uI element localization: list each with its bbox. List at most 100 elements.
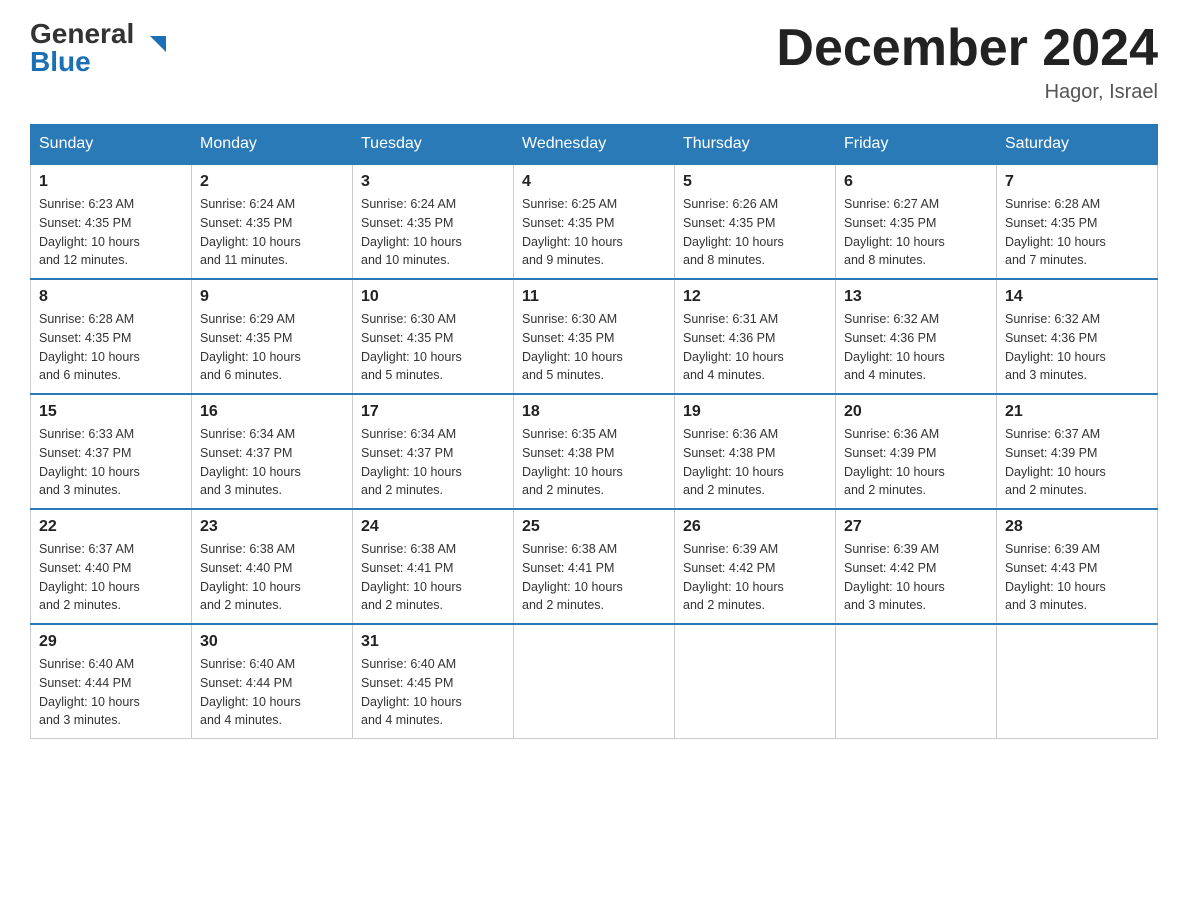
day-number: 11: [522, 288, 666, 306]
weekday-header-row: SundayMondayTuesdayWednesdayThursdayFrid…: [31, 125, 1158, 165]
day-number: 31: [361, 633, 505, 651]
day-number: 5: [683, 173, 827, 191]
day-info: Sunrise: 6:37 AM Sunset: 4:40 PM Dayligh…: [39, 540, 183, 615]
day-info: Sunrise: 6:34 AM Sunset: 4:37 PM Dayligh…: [361, 425, 505, 500]
calendar-table: SundayMondayTuesdayWednesdayThursdayFrid…: [30, 124, 1158, 739]
day-info: Sunrise: 6:33 AM Sunset: 4:37 PM Dayligh…: [39, 425, 183, 500]
day-number: 29: [39, 633, 183, 651]
day-info: Sunrise: 6:36 AM Sunset: 4:38 PM Dayligh…: [683, 425, 827, 500]
day-number: 13: [844, 288, 988, 306]
day-info: Sunrise: 6:25 AM Sunset: 4:35 PM Dayligh…: [522, 195, 666, 270]
day-number: 23: [200, 518, 344, 536]
day-info: Sunrise: 6:28 AM Sunset: 4:35 PM Dayligh…: [39, 310, 183, 385]
day-info: Sunrise: 6:38 AM Sunset: 4:40 PM Dayligh…: [200, 540, 344, 615]
day-cell-13: 13 Sunrise: 6:32 AM Sunset: 4:36 PM Dayl…: [836, 279, 997, 394]
day-cell-4: 4 Sunrise: 6:25 AM Sunset: 4:35 PM Dayli…: [514, 164, 675, 279]
weekday-header-monday: Monday: [192, 125, 353, 165]
page-header: General Blue December 2024 Hagor, Israel: [30, 20, 1158, 104]
day-number: 19: [683, 403, 827, 421]
day-cell-25: 25 Sunrise: 6:38 AM Sunset: 4:41 PM Dayl…: [514, 509, 675, 624]
weekday-header-sunday: Sunday: [31, 125, 192, 165]
day-number: 26: [683, 518, 827, 536]
logo-blue-text: Blue: [30, 48, 91, 76]
day-number: 1: [39, 173, 183, 191]
day-number: 2: [200, 173, 344, 191]
day-number: 12: [683, 288, 827, 306]
weekday-header-saturday: Saturday: [997, 125, 1158, 165]
day-number: 25: [522, 518, 666, 536]
day-info: Sunrise: 6:35 AM Sunset: 4:38 PM Dayligh…: [522, 425, 666, 500]
week-row-4: 22 Sunrise: 6:37 AM Sunset: 4:40 PM Dayl…: [31, 509, 1158, 624]
day-cell-12: 12 Sunrise: 6:31 AM Sunset: 4:36 PM Dayl…: [675, 279, 836, 394]
day-number: 7: [1005, 173, 1149, 191]
day-cell-2: 2 Sunrise: 6:24 AM Sunset: 4:35 PM Dayli…: [192, 164, 353, 279]
day-info: Sunrise: 6:32 AM Sunset: 4:36 PM Dayligh…: [1005, 310, 1149, 385]
day-cell-17: 17 Sunrise: 6:34 AM Sunset: 4:37 PM Dayl…: [353, 394, 514, 509]
empty-cell: [997, 624, 1158, 739]
day-number: 18: [522, 403, 666, 421]
day-info: Sunrise: 6:29 AM Sunset: 4:35 PM Dayligh…: [200, 310, 344, 385]
day-number: 4: [522, 173, 666, 191]
day-cell-5: 5 Sunrise: 6:26 AM Sunset: 4:35 PM Dayli…: [675, 164, 836, 279]
day-cell-29: 29 Sunrise: 6:40 AM Sunset: 4:44 PM Dayl…: [31, 624, 192, 739]
day-info: Sunrise: 6:28 AM Sunset: 4:35 PM Dayligh…: [1005, 195, 1149, 270]
weekday-header-wednesday: Wednesday: [514, 125, 675, 165]
day-info: Sunrise: 6:32 AM Sunset: 4:36 PM Dayligh…: [844, 310, 988, 385]
day-info: Sunrise: 6:40 AM Sunset: 4:45 PM Dayligh…: [361, 655, 505, 730]
day-cell-16: 16 Sunrise: 6:34 AM Sunset: 4:37 PM Dayl…: [192, 394, 353, 509]
day-number: 22: [39, 518, 183, 536]
week-row-2: 8 Sunrise: 6:28 AM Sunset: 4:35 PM Dayli…: [31, 279, 1158, 394]
location-text: Hagor, Israel: [776, 81, 1158, 104]
weekday-header-friday: Friday: [836, 125, 997, 165]
day-number: 27: [844, 518, 988, 536]
day-info: Sunrise: 6:39 AM Sunset: 4:42 PM Dayligh…: [683, 540, 827, 615]
logo-general-text: General: [30, 20, 134, 48]
day-cell-9: 9 Sunrise: 6:29 AM Sunset: 4:35 PM Dayli…: [192, 279, 353, 394]
day-number: 8: [39, 288, 183, 306]
day-info: Sunrise: 6:23 AM Sunset: 4:35 PM Dayligh…: [39, 195, 183, 270]
day-number: 30: [200, 633, 344, 651]
day-info: Sunrise: 6:40 AM Sunset: 4:44 PM Dayligh…: [39, 655, 183, 730]
day-cell-27: 27 Sunrise: 6:39 AM Sunset: 4:42 PM Dayl…: [836, 509, 997, 624]
day-cell-31: 31 Sunrise: 6:40 AM Sunset: 4:45 PM Dayl…: [353, 624, 514, 739]
day-cell-22: 22 Sunrise: 6:37 AM Sunset: 4:40 PM Dayl…: [31, 509, 192, 624]
day-info: Sunrise: 6:38 AM Sunset: 4:41 PM Dayligh…: [361, 540, 505, 615]
weekday-header-thursday: Thursday: [675, 125, 836, 165]
day-info: Sunrise: 6:30 AM Sunset: 4:35 PM Dayligh…: [361, 310, 505, 385]
day-cell-24: 24 Sunrise: 6:38 AM Sunset: 4:41 PM Dayl…: [353, 509, 514, 624]
day-number: 15: [39, 403, 183, 421]
day-cell-15: 15 Sunrise: 6:33 AM Sunset: 4:37 PM Dayl…: [31, 394, 192, 509]
empty-cell: [675, 624, 836, 739]
day-number: 24: [361, 518, 505, 536]
empty-cell: [514, 624, 675, 739]
day-info: Sunrise: 6:34 AM Sunset: 4:37 PM Dayligh…: [200, 425, 344, 500]
day-cell-1: 1 Sunrise: 6:23 AM Sunset: 4:35 PM Dayli…: [31, 164, 192, 279]
day-info: Sunrise: 6:30 AM Sunset: 4:35 PM Dayligh…: [522, 310, 666, 385]
day-cell-10: 10 Sunrise: 6:30 AM Sunset: 4:35 PM Dayl…: [353, 279, 514, 394]
month-title: December 2024: [776, 20, 1158, 77]
day-cell-18: 18 Sunrise: 6:35 AM Sunset: 4:38 PM Dayl…: [514, 394, 675, 509]
day-cell-28: 28 Sunrise: 6:39 AM Sunset: 4:43 PM Dayl…: [997, 509, 1158, 624]
day-cell-7: 7 Sunrise: 6:28 AM Sunset: 4:35 PM Dayli…: [997, 164, 1158, 279]
day-cell-20: 20 Sunrise: 6:36 AM Sunset: 4:39 PM Dayl…: [836, 394, 997, 509]
day-cell-30: 30 Sunrise: 6:40 AM Sunset: 4:44 PM Dayl…: [192, 624, 353, 739]
weekday-header-tuesday: Tuesday: [353, 125, 514, 165]
day-info: Sunrise: 6:31 AM Sunset: 4:36 PM Dayligh…: [683, 310, 827, 385]
day-number: 9: [200, 288, 344, 306]
day-number: 17: [361, 403, 505, 421]
day-info: Sunrise: 6:36 AM Sunset: 4:39 PM Dayligh…: [844, 425, 988, 500]
day-info: Sunrise: 6:24 AM Sunset: 4:35 PM Dayligh…: [361, 195, 505, 270]
week-row-5: 29 Sunrise: 6:40 AM Sunset: 4:44 PM Dayl…: [31, 624, 1158, 739]
day-cell-26: 26 Sunrise: 6:39 AM Sunset: 4:42 PM Dayl…: [675, 509, 836, 624]
day-info: Sunrise: 6:37 AM Sunset: 4:39 PM Dayligh…: [1005, 425, 1149, 500]
day-info: Sunrise: 6:39 AM Sunset: 4:42 PM Dayligh…: [844, 540, 988, 615]
day-number: 14: [1005, 288, 1149, 306]
day-info: Sunrise: 6:40 AM Sunset: 4:44 PM Dayligh…: [200, 655, 344, 730]
title-block: December 2024 Hagor, Israel: [776, 20, 1158, 104]
day-cell-11: 11 Sunrise: 6:30 AM Sunset: 4:35 PM Dayl…: [514, 279, 675, 394]
day-info: Sunrise: 6:39 AM Sunset: 4:43 PM Dayligh…: [1005, 540, 1149, 615]
day-cell-21: 21 Sunrise: 6:37 AM Sunset: 4:39 PM Dayl…: [997, 394, 1158, 509]
day-cell-19: 19 Sunrise: 6:36 AM Sunset: 4:38 PM Dayl…: [675, 394, 836, 509]
day-info: Sunrise: 6:26 AM Sunset: 4:35 PM Dayligh…: [683, 195, 827, 270]
day-cell-6: 6 Sunrise: 6:27 AM Sunset: 4:35 PM Dayli…: [836, 164, 997, 279]
